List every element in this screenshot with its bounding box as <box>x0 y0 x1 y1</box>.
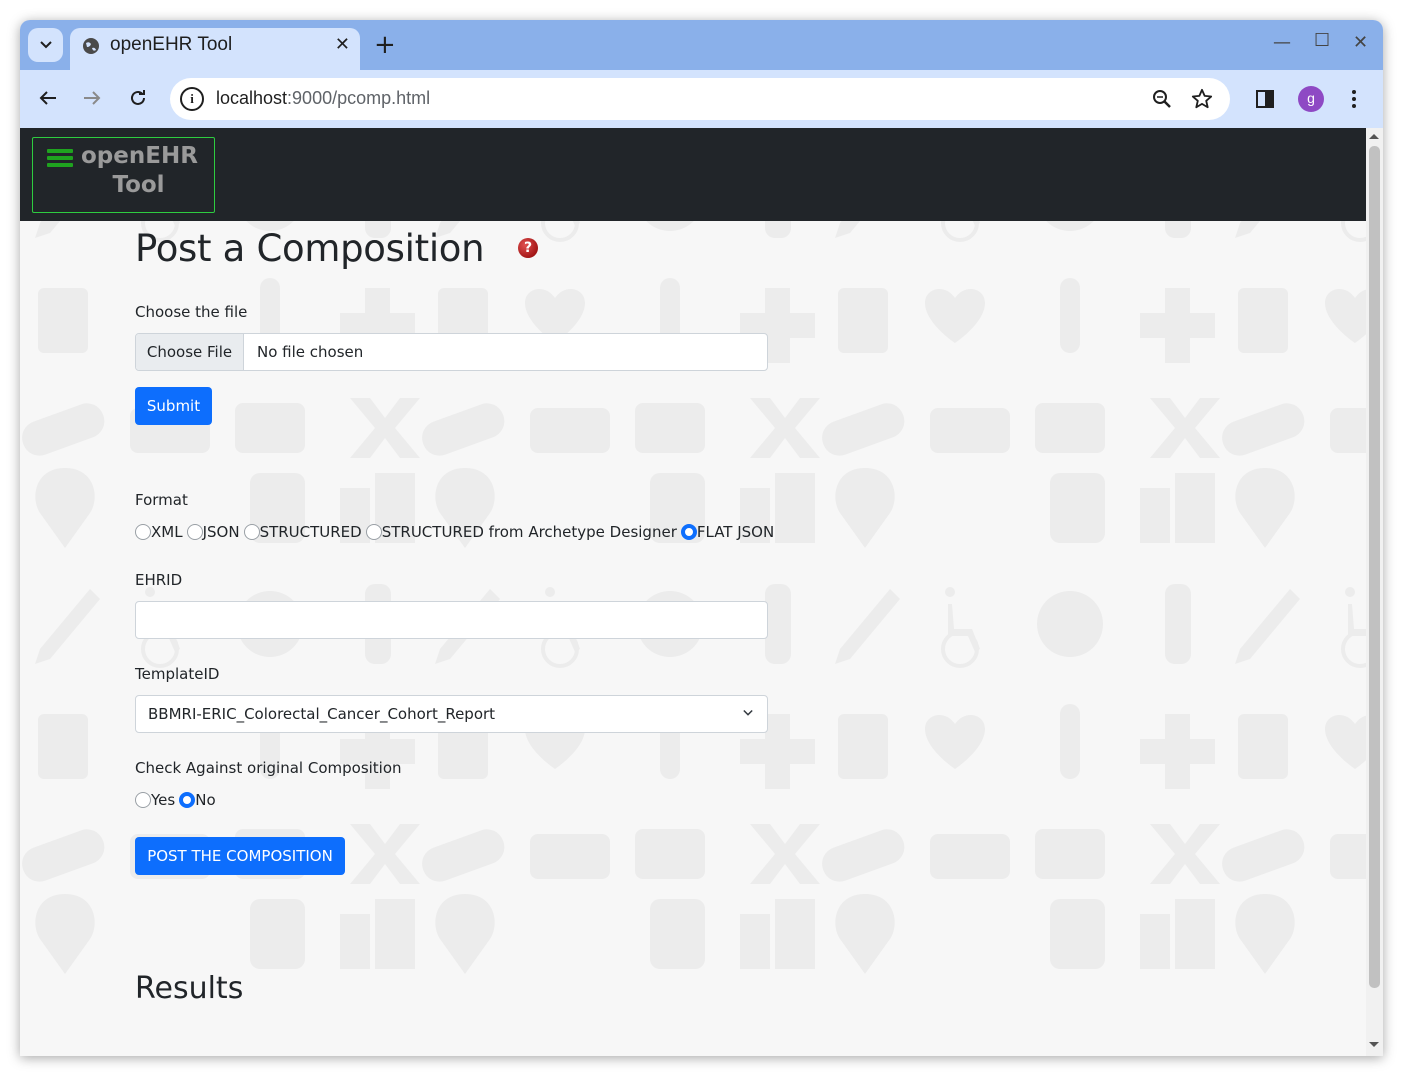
file-input[interactable]: Choose File No file chosen <box>135 333 768 371</box>
close-window-icon[interactable]: ✕ <box>1353 32 1368 53</box>
file-status: No file chosen <box>257 343 364 361</box>
results-heading: Results <box>135 971 244 1006</box>
check-option-yes: Yes <box>151 791 176 809</box>
site-info-icon[interactable]: i <box>180 87 204 111</box>
check-radio-group: Yes No <box>135 791 216 809</box>
template-label: TemplateID <box>135 665 220 683</box>
tab-strip: openEHR Tool ✕ + — ☐ ✕ <box>20 20 1383 70</box>
template-selected-value: BBMRI-ERIC_Colorectal_Cancer_Cohort_Repo… <box>148 705 496 723</box>
forward-button[interactable] <box>78 84 106 112</box>
reload-icon <box>131 90 145 105</box>
url-text: localhost:9000/pcomp.html <box>216 88 431 108</box>
tab-title: openEHR Tool <box>110 34 233 55</box>
template-select[interactable]: BBMRI-ERIC_Colorectal_Cancer_Cohort_Repo… <box>135 695 768 733</box>
format-radio-xml[interactable] <box>135 524 151 540</box>
chevron-down-icon <box>39 41 52 49</box>
scroll-down-arrow-icon[interactable] <box>1369 1042 1379 1047</box>
brand-title: openEHR Tool <box>81 143 198 198</box>
check-radio-yes[interactable] <box>135 792 151 808</box>
browser-tab[interactable]: openEHR Tool ✕ <box>70 28 360 70</box>
kebab-menu-icon[interactable] <box>1351 89 1357 109</box>
address-bar[interactable]: i localhost:9000/pcomp.html <box>170 78 1230 120</box>
top-navbar: openEHR Tool <box>20 128 1366 221</box>
profile-avatar[interactable]: g <box>1298 86 1324 112</box>
back-arrow-icon <box>39 91 56 105</box>
browser-window: openEHR Tool ✕ + — ☐ ✕ i localhost:9000/… <box>20 20 1383 1056</box>
format-option-xml: XML <box>151 523 183 541</box>
chevron-down-icon <box>743 709 753 716</box>
ehrid-input[interactable] <box>135 601 768 639</box>
back-button[interactable] <box>34 84 62 112</box>
page-title: Post a Composition <box>135 227 485 270</box>
reload-button[interactable] <box>124 84 152 112</box>
brand-toggle[interactable]: openEHR Tool <box>32 137 215 213</box>
check-radio-no[interactable] <box>179 792 196 808</box>
format-radio-json[interactable] <box>186 524 203 540</box>
format-radio-structured-ad[interactable] <box>365 524 382 540</box>
scroll-up-arrow-icon[interactable] <box>1369 134 1379 139</box>
hamburger-menu-icon[interactable] <box>47 149 73 167</box>
page-viewport: openEHR Tool Post a Composition ? Choose… <box>20 128 1383 1056</box>
file-label: Choose the file <box>135 303 248 321</box>
format-radio-flat-json[interactable] <box>680 524 697 540</box>
format-radio-group: XML JSON STRUCTURED STRUCTURED from Arch… <box>135 523 774 541</box>
help-icon[interactable]: ? <box>518 238 538 258</box>
submit-button[interactable]: Submit <box>135 387 212 425</box>
new-tab-button[interactable]: + <box>374 28 396 62</box>
zoom-icon[interactable] <box>1152 89 1172 109</box>
tab-close-icon[interactable]: ✕ <box>335 34 350 55</box>
format-option-flat-json: FLAT JSON <box>696 523 775 541</box>
format-option-json: JSON <box>202 523 240 541</box>
minimize-icon[interactable]: — <box>1273 32 1291 53</box>
ehrid-label: EHRID <box>135 571 183 589</box>
post-composition-button[interactable]: POST THE COMPOSITION <box>135 837 345 875</box>
scroll-thumb[interactable] <box>1369 146 1380 988</box>
check-option-no: No <box>195 791 216 809</box>
maximize-icon[interactable]: ☐ <box>1314 30 1330 51</box>
globe-icon <box>83 38 99 54</box>
forward-arrow-icon <box>84 91 101 105</box>
vertical-scrollbar[interactable] <box>1366 128 1383 1056</box>
format-option-structured-ad: STRUCTURED from Archetype Designer <box>381 523 677 541</box>
check-label: Check Against original Composition <box>135 759 402 777</box>
format-option-structured: STRUCTURED <box>259 523 362 541</box>
format-radio-structured[interactable] <box>243 524 260 540</box>
choose-file-button[interactable]: Choose File <box>136 334 244 370</box>
bookmark-star-icon[interactable] <box>1191 88 1213 110</box>
side-panel-icon[interactable] <box>1256 90 1274 108</box>
tab-search-button[interactable] <box>28 28 63 62</box>
browser-toolbar: i localhost:9000/pcomp.html g <box>20 70 1383 128</box>
format-label: Format <box>135 491 188 509</box>
